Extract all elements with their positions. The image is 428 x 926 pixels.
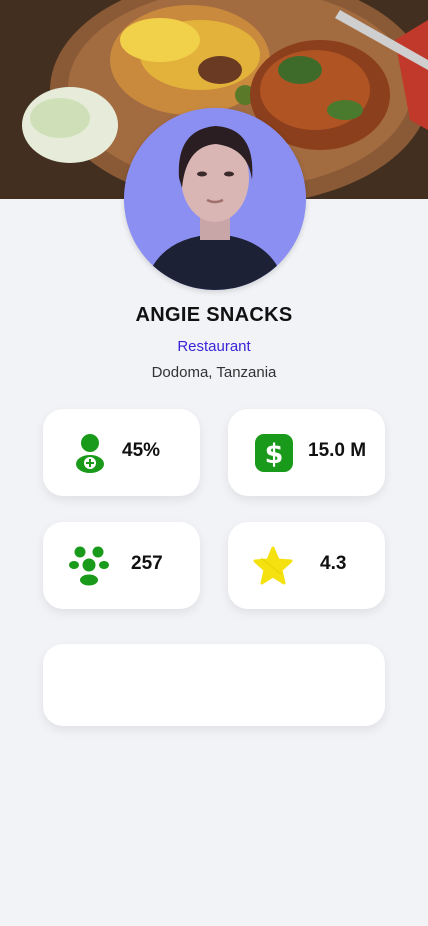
profile-name: ANGIE SNACKS xyxy=(135,304,293,326)
dollar-icon: $ xyxy=(254,433,294,473)
content-card[interactable] xyxy=(43,644,385,726)
stat-card-revenue[interactable]: $ 15.0 M xyxy=(228,409,385,496)
stat-card-rating[interactable]: 4.3 xyxy=(228,522,385,609)
group-icon xyxy=(69,546,109,586)
stat-value: 15.0 M xyxy=(308,440,367,461)
avatar[interactable] xyxy=(124,108,306,290)
svg-text:$: $ xyxy=(265,439,284,470)
stat-value: 4.3 xyxy=(320,553,347,574)
profile-location: Dodoma, Tanzania xyxy=(151,364,277,381)
profile-category[interactable]: Restaurant xyxy=(0,338,428,355)
star-icon xyxy=(253,546,293,586)
stat-value: 257 xyxy=(131,553,163,574)
stat-card-followers-growth[interactable]: 45% xyxy=(43,409,200,496)
stat-value: 45% xyxy=(122,440,161,461)
stat-card-customers[interactable]: 257 xyxy=(43,522,200,609)
add-user-icon xyxy=(73,433,113,473)
